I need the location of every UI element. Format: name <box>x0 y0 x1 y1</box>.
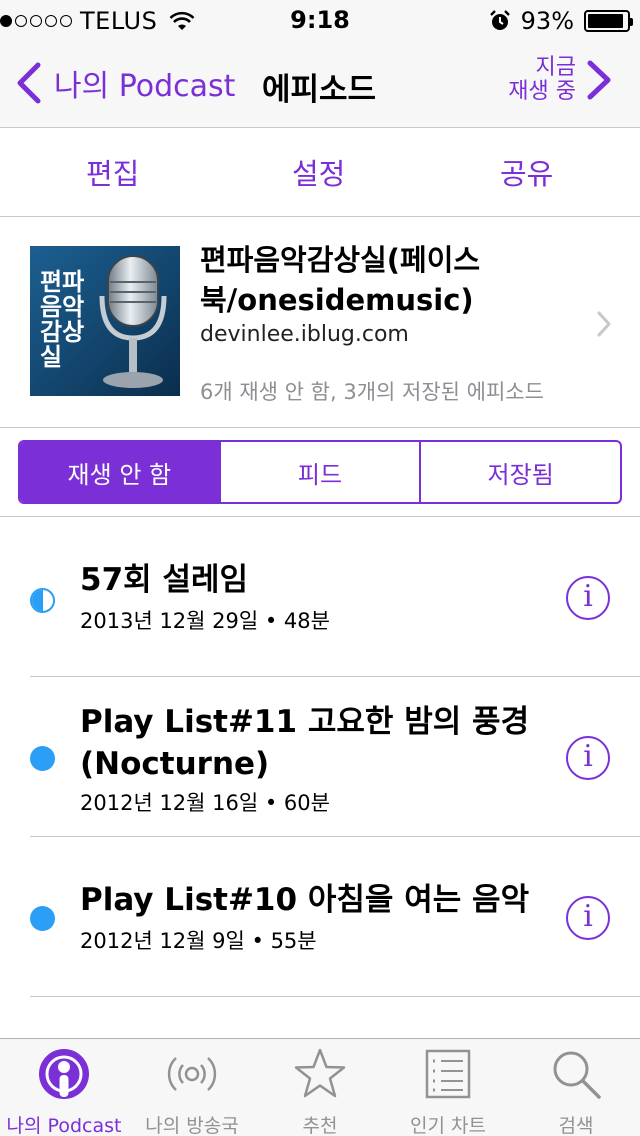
episode-row[interactable]: Play List#11 고요한 밤의 풍경 (Nocturne) 2012년 … <box>0 677 640 837</box>
unplayed-dot-icon <box>30 746 55 771</box>
info-icon[interactable]: i <box>566 736 610 780</box>
podcast-icon <box>39 1049 89 1099</box>
unplayed-dot-icon <box>30 906 55 931</box>
star-icon <box>294 1048 346 1098</box>
tab-label: 추천 <box>302 1115 338 1136</box>
tab-label: 검색 <box>558 1115 594 1136</box>
back-button-label: 나의 Podcast <box>54 69 236 104</box>
episode-filter-segmented-control: 재생 안 함 피드 저장됨 <box>18 440 622 504</box>
share-button[interactable]: 공유 <box>500 151 553 193</box>
segment-unplayed[interactable]: 재생 안 함 <box>20 442 219 502</box>
episode-title: Play List#11 고요한 밤의 풍경 (Nocturne) <box>80 704 530 782</box>
tab-bar: 나의 Podcast 나의 방송국 추천 인기 차트 검색 <box>0 1038 640 1136</box>
action-row: 편집 설정 공유 <box>0 129 640 217</box>
tab-search[interactable]: 검색 <box>512 1039 640 1136</box>
disclosure-chevron-icon <box>597 311 611 337</box>
tab-my-podcasts[interactable]: 나의 Podcast <box>0 1039 128 1136</box>
edit-button[interactable]: 편집 <box>86 151 139 193</box>
tab-my-stations[interactable]: 나의 방송국 <box>128 1039 256 1136</box>
chart-list-icon <box>425 1049 471 1099</box>
status-bar: TELUS 9:18 93% <box>0 0 640 40</box>
divider <box>30 996 640 997</box>
episode-date-duration: 2012년 12월 9일 • 55분 <box>80 929 317 953</box>
podcast-url: devinlee.iblug.com <box>200 322 409 347</box>
tab-label: 나의 방송국 <box>145 1115 239 1136</box>
battery-level <box>588 14 624 28</box>
podcast-header[interactable]: 편파음악감상실 편파음악감상실(페이스북/onesidemusic) devin… <box>0 218 640 428</box>
settings-button[interactable]: 설정 <box>292 151 345 193</box>
battery-icon <box>584 10 633 32</box>
episode-row[interactable]: Play List#10 아침을 여는 음악 2012년 12월 9일 • 55… <box>0 837 640 997</box>
podcast-artwork: 편파음악감상실 <box>30 246 180 396</box>
battery-percentage: 93% <box>520 7 574 35</box>
alarm-icon <box>489 10 510 30</box>
battery-group: 93% <box>489 6 633 36</box>
now-playing-button[interactable]: 지금 재생 중 <box>508 56 612 104</box>
microphone-icon <box>99 255 167 388</box>
search-icon <box>553 1051 601 1099</box>
segment-feed[interactable]: 피드 <box>218 442 420 502</box>
info-icon[interactable]: i <box>566 576 610 620</box>
chevron-left-icon <box>17 62 41 104</box>
episode-title: Play List#10 아침을 여는 음악 <box>80 882 530 918</box>
info-icon[interactable]: i <box>566 896 610 940</box>
tab-label: 나의 Podcast <box>6 1115 122 1136</box>
now-playing-label: 지금 재생 중 <box>508 55 576 104</box>
tab-label: 인기 차트 <box>410 1115 486 1136</box>
episode-date-duration: 2012년 12월 16일 • 60분 <box>80 791 330 815</box>
podcast-title: 편파음악감상실(페이스북/onesidemusic) <box>200 243 481 317</box>
episode-title: 57회 설레임 <box>80 562 249 598</box>
back-button[interactable]: 나의 Podcast <box>14 58 235 108</box>
partially-played-icon <box>30 588 55 613</box>
segment-saved[interactable]: 저장됨 <box>419 442 620 502</box>
broadcast-icon <box>167 1057 217 1091</box>
tab-top-charts[interactable]: 인기 차트 <box>384 1039 512 1136</box>
page-title: 에피소드 <box>262 72 377 108</box>
tab-featured[interactable]: 추천 <box>256 1039 384 1136</box>
navigation-bar: 나의 Podcast 에피소드 지금 재생 중 <box>0 40 640 128</box>
artwork-text: 편파음악감상실 <box>40 268 85 371</box>
podcast-episode-summary: 6개 재생 안 함, 3개의 저장된 에피소드 <box>200 380 544 404</box>
chevron-right-icon <box>587 60 611 100</box>
episode-date-duration: 2013년 12월 29일 • 48분 <box>80 609 330 633</box>
episode-row[interactable]: 57회 설레임 2013년 12월 29일 • 48분 i <box>0 517 640 677</box>
